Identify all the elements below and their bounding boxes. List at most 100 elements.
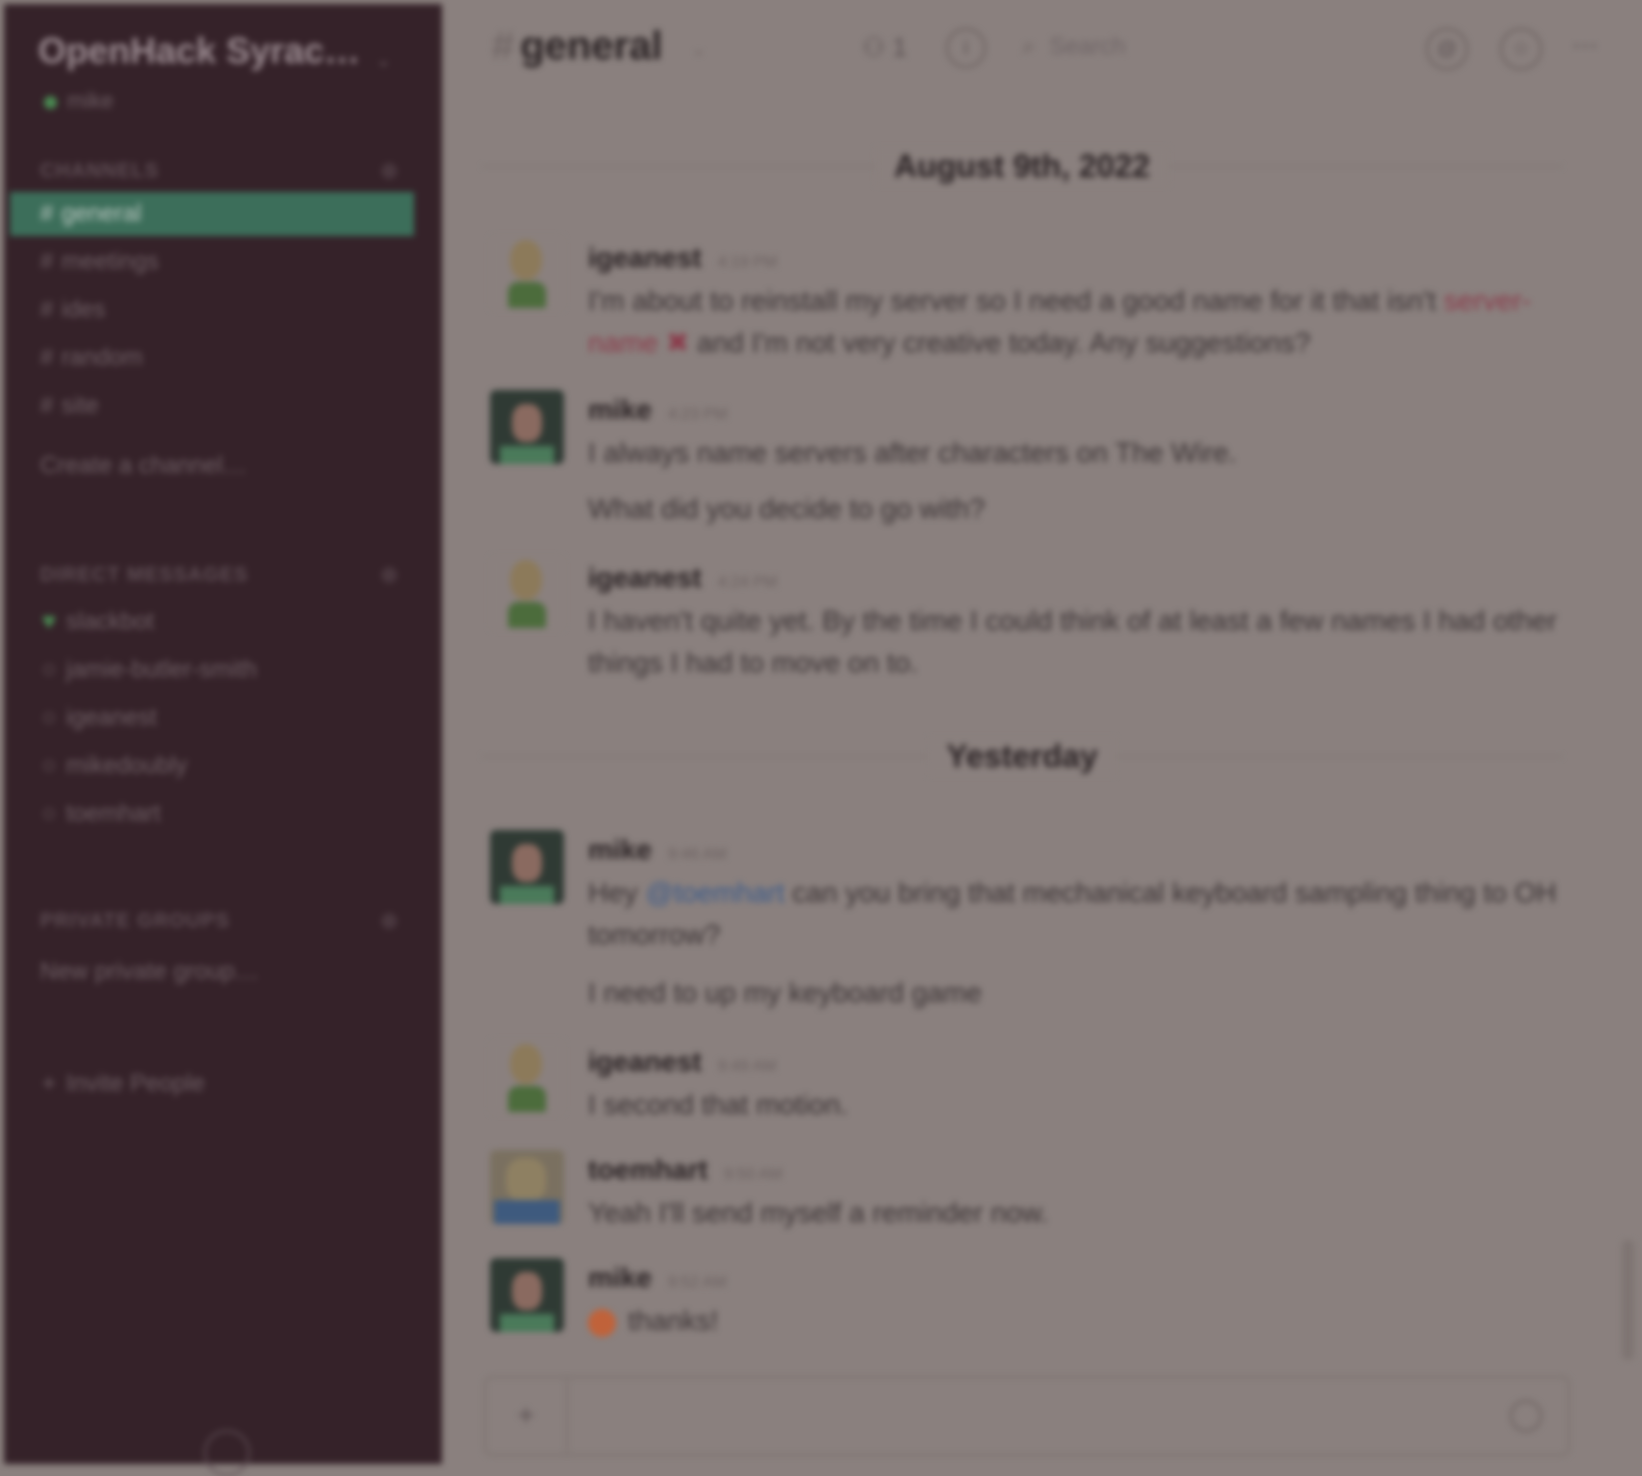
search-icon: ⌕ xyxy=(1022,33,1036,60)
message-composer[interactable]: + xyxy=(484,1376,1570,1456)
at-mentions-icon[interactable]: @ xyxy=(1426,28,1468,70)
channels-header[interactable]: CHANNELS xyxy=(40,160,159,183)
sidebar-channel-ides[interactable]: # ides xyxy=(40,288,400,332)
message-text: I second that motion. xyxy=(588,1089,848,1120)
team-name[interactable]: OpenHack Syrac… xyxy=(38,30,360,72)
avatar-head xyxy=(512,1272,542,1310)
sidebar-channel-site[interactable]: # site xyxy=(40,384,400,428)
emoji-icon xyxy=(588,1308,616,1337)
heart-icon: ♥ xyxy=(41,608,57,635)
hash-icon: # xyxy=(40,248,54,275)
sidebar-dm-item[interactable]: ○ jamie-butler-smith xyxy=(40,648,400,692)
private-groups-header[interactable]: PRIVATE GROUPS xyxy=(40,910,230,933)
person-icon: ⚇ xyxy=(862,32,893,62)
message-text: I always name servers after characters o… xyxy=(588,437,1237,468)
channel-title[interactable]: # general xyxy=(492,24,663,69)
scrollbar[interactable] xyxy=(1622,1240,1634,1360)
channel-header: # general ⌄ ⚇ 1 i ⌕ Search @ ☆ ⋯ xyxy=(442,0,1642,98)
presence-icon: ○ xyxy=(41,656,57,683)
message-author[interactable]: igeanest 4:24 PM xyxy=(588,562,777,594)
message-author[interactable]: mike 9:52 AM xyxy=(588,1262,727,1294)
direct-messages-header[interactable]: DIRECT MESSAGES xyxy=(40,564,248,587)
avatar[interactable] xyxy=(490,1150,564,1224)
main-panel: # general ⌄ ⚇ 1 i ⌕ Search @ ☆ ⋯ August 9t… xyxy=(442,0,1642,1468)
message-text: Yeah I'll send myself a reminder now. xyxy=(588,1197,1049,1228)
avatar-head xyxy=(512,404,542,442)
avatar-head xyxy=(510,560,542,600)
avatar[interactable] xyxy=(490,830,564,904)
presence-icon: ○ xyxy=(41,800,57,827)
add-channel-icon[interactable]: ⊕ xyxy=(380,158,398,184)
message-text: thanks! xyxy=(588,1300,1568,1342)
message-text: What did you decide to go with? xyxy=(588,493,985,524)
star-icon[interactable]: ☆ xyxy=(1500,28,1542,70)
avatar-body xyxy=(500,886,554,904)
avatar-body xyxy=(508,602,546,628)
message-time[interactable]: 4:23 PM xyxy=(668,406,728,423)
avatar-body xyxy=(500,1314,554,1332)
plus-icon[interactable]: + xyxy=(486,1378,568,1454)
avatar[interactable] xyxy=(490,390,564,464)
search-input[interactable]: ⌕ Search xyxy=(1022,22,1382,72)
day-divider: Yesterday xyxy=(482,732,1562,782)
avatar[interactable] xyxy=(490,1040,564,1114)
message-author[interactable]: mike 9:46 AM xyxy=(588,834,727,866)
invite-people-link[interactable]: + Invite People xyxy=(40,1062,400,1106)
avatar-body xyxy=(508,282,546,308)
add-group-icon[interactable]: ⊕ xyxy=(380,908,398,934)
message-time[interactable]: 4:24 PM xyxy=(718,574,778,591)
faint-top-text xyxy=(912,115,1152,133)
day-label: August 9th, 2022 xyxy=(875,148,1169,185)
presence-icon: ○ xyxy=(41,704,57,731)
sidebar-dm-slackbot[interactable]: ♥ slackbot xyxy=(40,600,400,644)
more-icon[interactable]: ⋯ xyxy=(1572,30,1598,61)
hash-icon: # xyxy=(40,200,54,227)
sidebar-dm-item[interactable]: ○ mikedoubly xyxy=(40,744,400,788)
member-count[interactable]: ⚇ 1 xyxy=(862,32,907,63)
hash-icon: # xyxy=(492,24,515,68)
emoji-icon[interactable] xyxy=(1510,1400,1542,1432)
avatar-body xyxy=(494,1200,560,1224)
message-time[interactable]: 9:49 AM xyxy=(718,1058,777,1075)
message-author[interactable]: mike 4:23 PM xyxy=(588,394,727,426)
presence-dot xyxy=(44,95,57,109)
message-text: Hey @toemhart can you bring that mechani… xyxy=(588,877,1557,950)
avatar-body xyxy=(508,1086,546,1112)
avatar-body xyxy=(500,446,554,464)
hash-icon: # xyxy=(40,296,54,323)
message-text: I need to up my keyboard game xyxy=(588,977,982,1008)
new-private-group-link[interactable]: New private group… xyxy=(40,950,400,994)
info-icon[interactable]: i xyxy=(946,28,986,68)
message-text: I'm about to reinstall my server so I ne… xyxy=(588,285,1531,358)
sidebar-dm-item[interactable]: ○ toemhart xyxy=(40,792,400,836)
avatar-head xyxy=(506,1158,546,1202)
message-time[interactable]: 9:46 AM xyxy=(668,846,727,863)
user-status[interactable]: mike xyxy=(44,88,113,114)
current-user: mike xyxy=(67,88,114,113)
day-divider: August 9th, 2022 xyxy=(482,142,1562,192)
sidebar-channel-meetings[interactable]: # meetings xyxy=(40,240,400,284)
presence-icon: ○ xyxy=(41,752,57,779)
add-dm-icon[interactable]: ⊕ xyxy=(380,562,398,588)
menu-icon[interactable] xyxy=(204,1430,250,1476)
user-mention[interactable]: @toemhart xyxy=(646,877,785,908)
avatar[interactable] xyxy=(490,1258,564,1332)
chevron-down-icon[interactable]: ⌄ xyxy=(692,40,705,60)
message-time[interactable]: 4:19 PM xyxy=(718,254,778,271)
message-author[interactable]: toemhart 9:50 AM xyxy=(588,1154,783,1186)
message-text: I haven't quite yet. By the time I could… xyxy=(588,605,1557,678)
sidebar-dm-item[interactable]: ○ igeanest xyxy=(40,696,400,740)
avatar-head xyxy=(510,1044,542,1084)
sidebar-channel-general[interactable]: # general xyxy=(10,192,414,236)
chevron-down-icon[interactable]: ⌄ xyxy=(376,50,391,71)
avatar-head xyxy=(510,240,542,280)
avatar[interactable] xyxy=(490,556,564,630)
sidebar-channel-random[interactable]: # random xyxy=(40,336,400,380)
message-time[interactable]: 9:52 AM xyxy=(668,1274,727,1291)
avatar[interactable] xyxy=(490,236,564,310)
message-author[interactable]: igeanest 9:49 AM xyxy=(588,1046,776,1078)
message-time[interactable]: 9:50 AM xyxy=(724,1166,783,1183)
message-author[interactable]: igeanest 4:19 PM xyxy=(588,242,777,274)
hash-icon: # xyxy=(40,344,54,371)
create-channel-link[interactable]: Create a channel… xyxy=(40,444,400,488)
